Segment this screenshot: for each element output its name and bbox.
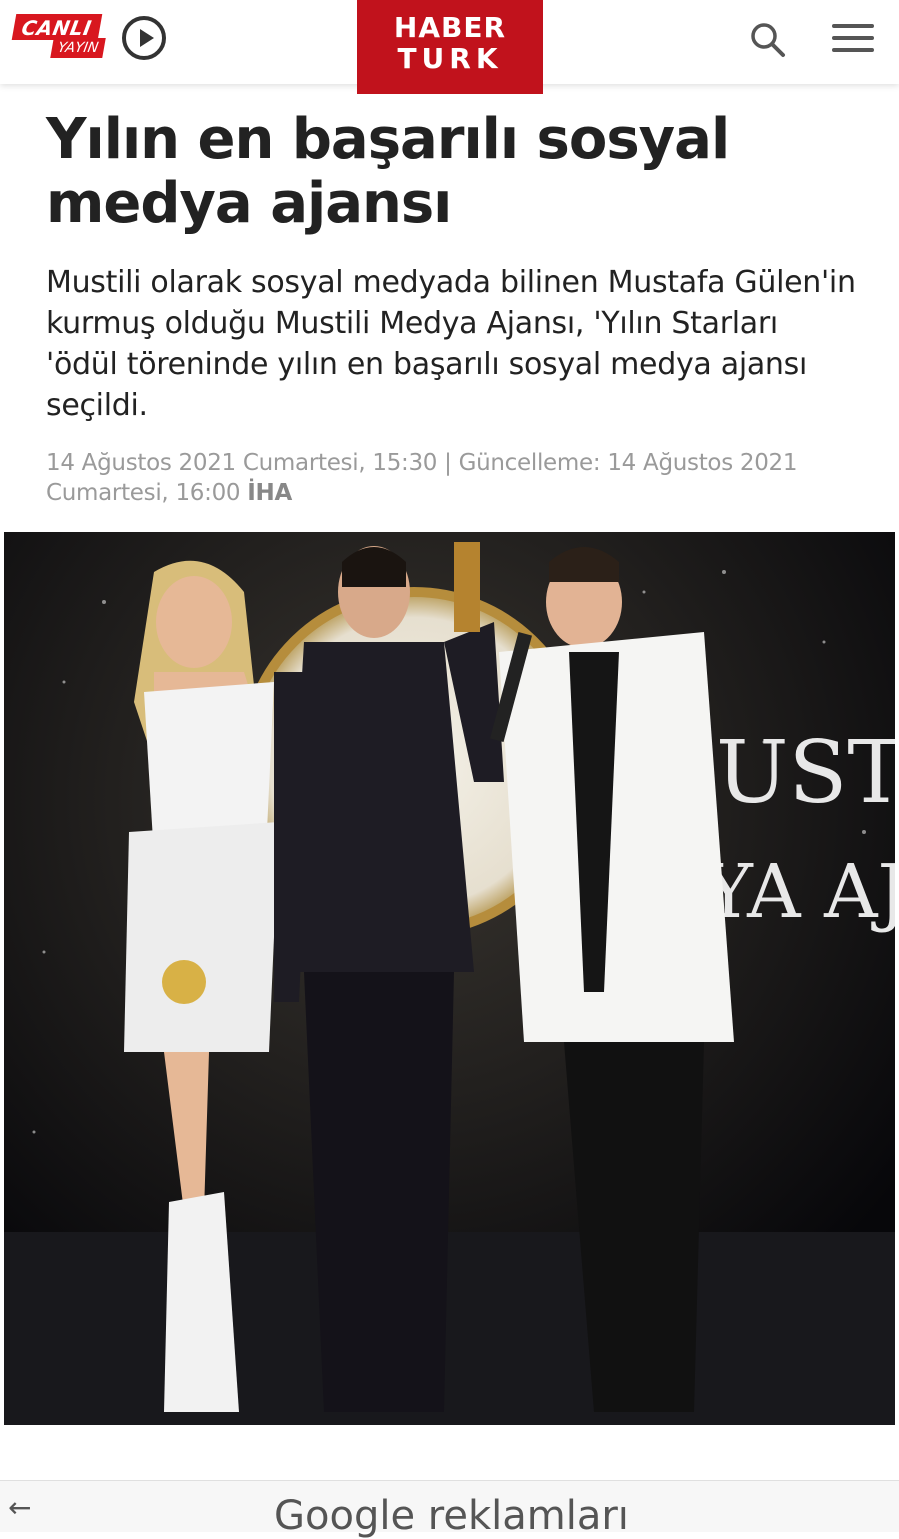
photo-text-1: USTİLİ [716,722,895,823]
broadcast-label: YAYIN [50,38,106,58]
ad-bar: ← Google reklamları [0,1480,899,1539]
article-meta: 14 Ağustos 2021 Cumartesi, 15:30 | Günce… [46,448,856,508]
google-ads-label[interactable]: Google reklamları [274,1493,629,1539]
play-icon[interactable] [122,16,166,60]
article-photo[interactable]: USTİLİ YA AJAN [4,532,895,1425]
haberturk-logo[interactable]: HABER TURK [357,0,543,94]
logo-top: HABER [393,11,507,44]
back-arrow-icon[interactable]: ← [8,1491,31,1524]
article-summary: Mustili olarak sosyal medyada bilinen Mu… [46,265,856,423]
article-date: 14 Ağustos 2021 Cumartesi, 15:30 | Günce… [46,450,798,506]
article-source: İHA [247,480,292,506]
photo-text-2: YA AJAN [703,849,895,935]
menu-icon[interactable] [832,24,874,56]
live-broadcast-badge[interactable]: CANLI YAYIN [11,14,110,64]
article-title: Yılın en başarılı sosyal medya ajansı [46,107,730,236]
live-label: CANLI [11,14,102,40]
logo-bottom: TURK [397,42,503,75]
search-icon[interactable] [748,20,788,60]
